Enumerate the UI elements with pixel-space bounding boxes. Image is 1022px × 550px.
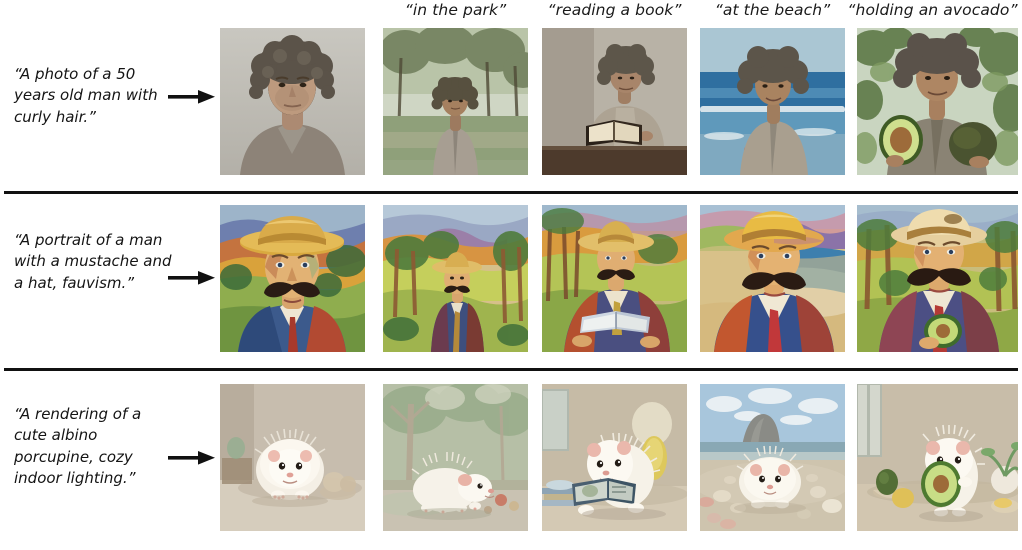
cell-r1c4-at-the-beach <box>700 28 845 175</box>
prompt-text-row-2: “A portrait of a man with a mustache and… <box>14 231 172 292</box>
cell-r1c5-holding-an-avocado <box>857 28 1018 175</box>
cell-r3c1-source <box>220 384 365 531</box>
cell-r3c2-in-the-park <box>383 384 528 531</box>
cell-r1c1-source <box>220 28 365 175</box>
cell-r1c3-reading-a-book <box>542 28 687 175</box>
cell-r3c5-holding-an-avocado <box>857 384 1018 531</box>
cell-r2c1-source <box>220 205 365 352</box>
cell-r3c4-at-the-beach <box>700 384 845 531</box>
right-arrow-row-1 <box>168 86 216 108</box>
row-albino-porcupine: “A rendering of a cute albino porcupine,… <box>0 369 1022 550</box>
figure-canvas: “in the park” “reading a book” “at the b… <box>0 0 1022 550</box>
cell-r1c2-in-the-park <box>383 28 528 175</box>
cell-r2c4-at-the-beach <box>700 205 845 352</box>
prompt-text-row-1: “A photo of a 50 years old man with curl… <box>14 65 158 126</box>
prompt-text-row-3: “A rendering of a cute albino porcupine,… <box>14 405 142 487</box>
row-fauvism-man: “A portrait of a man with a mustache and… <box>0 192 1022 369</box>
cell-r2c5-holding-an-avocado <box>857 205 1018 352</box>
right-arrow-row-2 <box>168 267 216 289</box>
row-photo-man: “A photo of a 50 years old man with curl… <box>0 0 1022 192</box>
cell-r2c2-in-the-park <box>383 205 528 352</box>
right-arrow-row-3 <box>168 447 216 469</box>
cell-r3c3-reading-a-book <box>542 384 687 531</box>
cell-r2c3-reading-a-book <box>542 205 687 352</box>
